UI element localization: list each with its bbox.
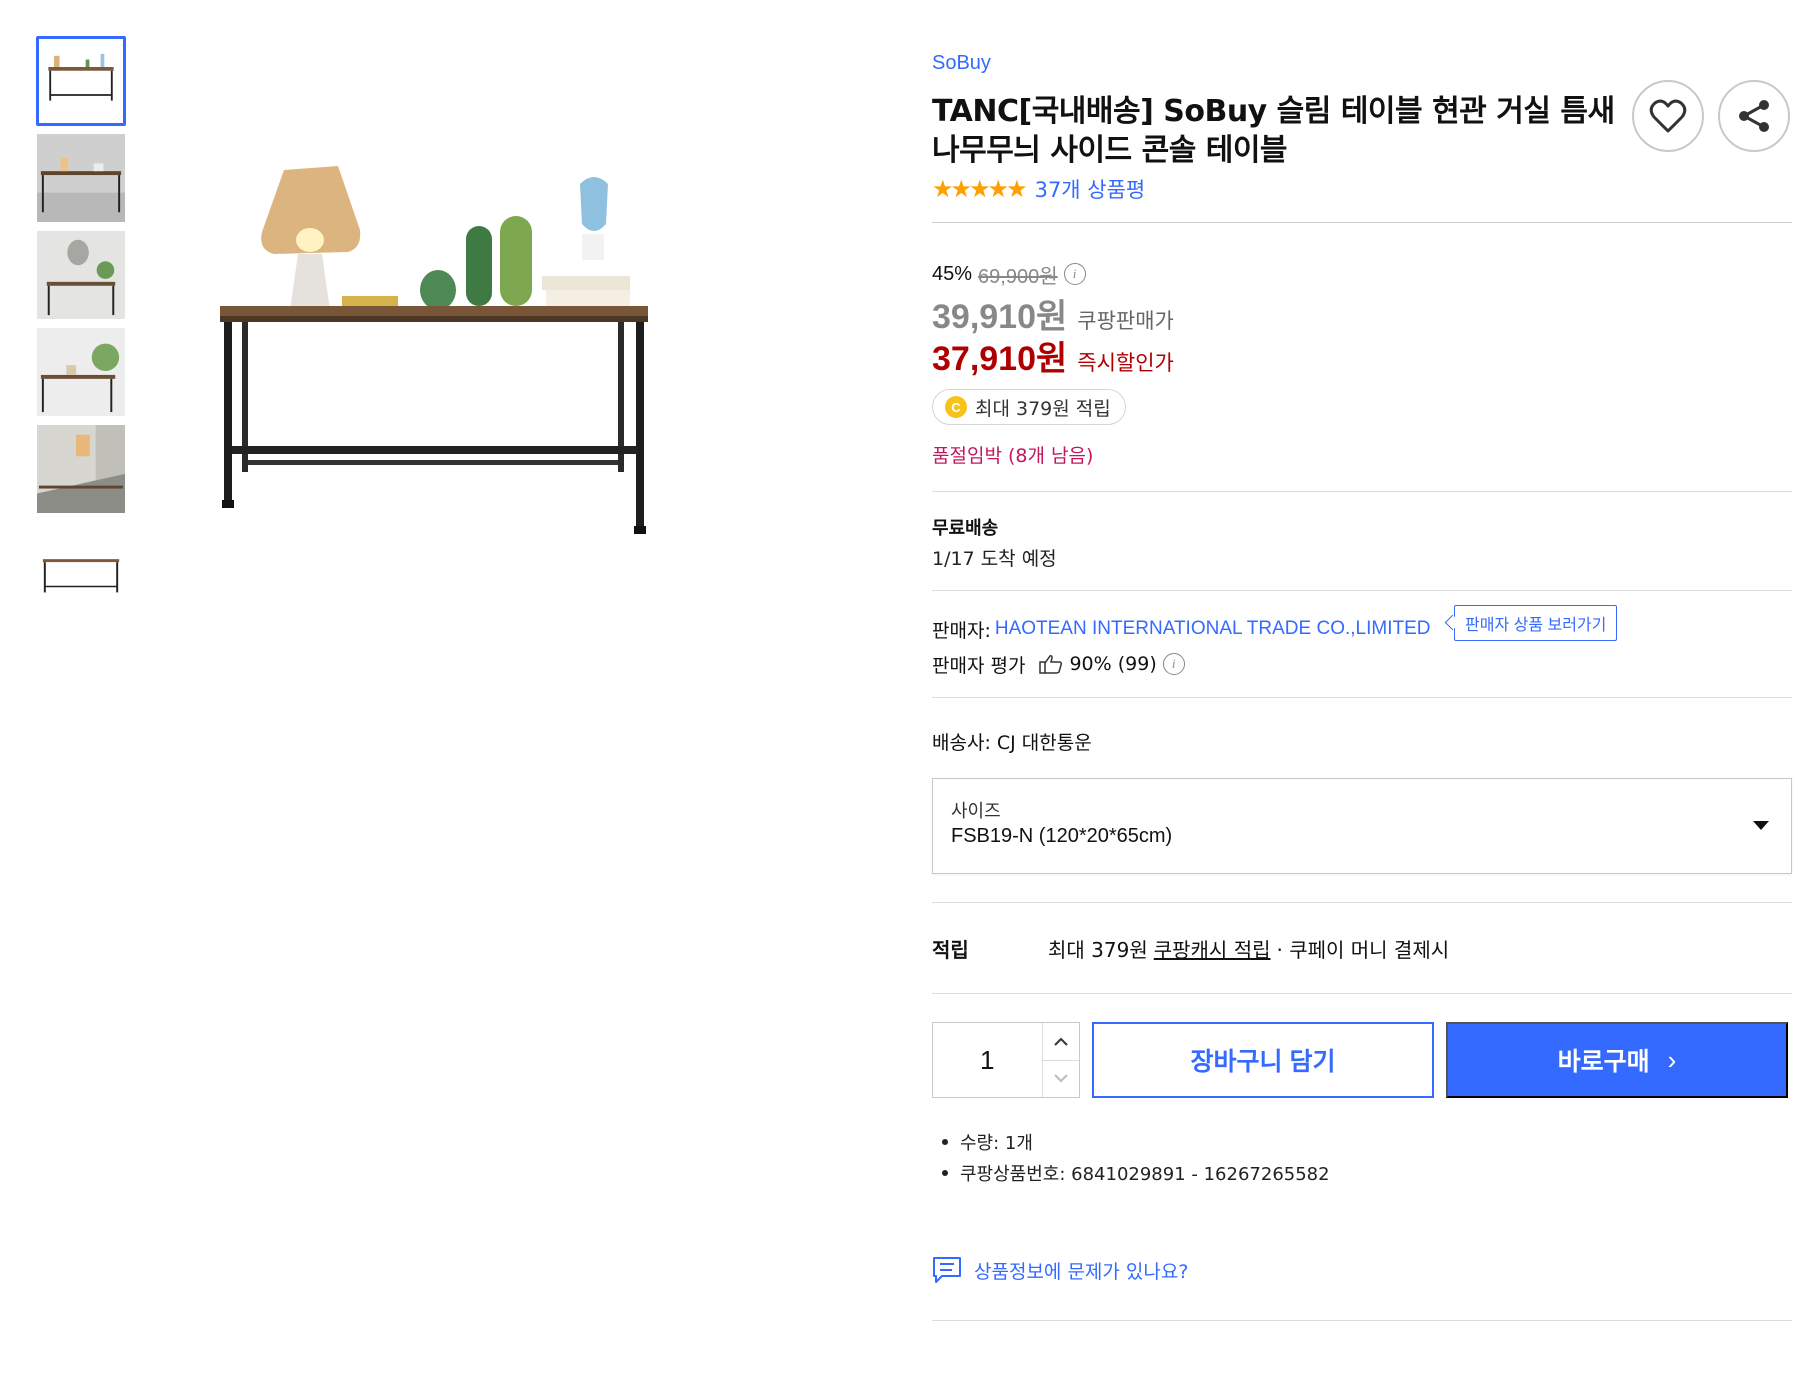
thumbnail-6[interactable] [36,521,126,611]
instant-price-row: 37,910원 즉시할인가 [932,331,1792,378]
quantity-meta: 수량: 1개 [942,1126,1792,1157]
quantity-stepper: 1 [932,1022,1080,1098]
report-issue-link[interactable]: 상품정보에 문제가 있나요? [932,1250,1792,1290]
divider [932,222,1792,223]
seller-label: 판매자: [932,619,991,642]
share-icon [1739,100,1769,132]
coupang-cash-icon: C [945,396,967,418]
report-issue-text: 상품정보에 문제가 있나요? [974,1260,1189,1283]
rating-row: ★★★★★ 37개 상품평 [932,174,1792,204]
product-title: TANC[국내배송] SoBuy 슬림 테이블 현관 거실 틈새 나무무늬 사이… [932,94,1615,168]
seller-rating-value: 90% (99) [1069,653,1157,675]
seller-name-link[interactable]: HAOTEAN INTERNATIONAL TRADE CO.,LIMITED [995,618,1431,640]
info-icon[interactable]: i [1162,653,1185,675]
review-count-link[interactable]: 37개 상품평 [1035,174,1146,204]
star-rating: ★★★★★ [932,175,1028,203]
discount-rate: 45% [932,262,973,285]
product-meta-list: 수량: 1개 쿠팡상품번호: 6841029891 - 16267265582 [932,1126,1792,1188]
original-price-row: 45% 69,900원 i [932,259,1792,289]
option-selected-value: FSB19-N (120*20*65cm) [951,825,1173,847]
delivery-eta: 1/17 도착 예정 [932,548,1057,570]
thumbnail-3[interactable] [36,230,126,320]
original-price: 69,900원 [978,265,1058,288]
reward-badge-text: 최대 379원 적립 [975,397,1111,420]
heart-icon [1649,99,1687,133]
seller-block: 판매자: HAOTEAN INTERNATIONAL TRADE CO.,LIM… [932,591,1792,697]
product-number-meta: 쿠팡상품번호: 6841029891 - 16267265582 [942,1157,1792,1188]
seller-rating-label: 판매자 평가 [932,654,1026,677]
size-option-select[interactable]: 사이즈 FSB19-N (120*20*65cm) [932,778,1792,874]
title-row: TANC[국내배송] SoBuy 슬림 테이블 현관 거실 틈새 나무무늬 사이… [932,80,1792,170]
chevron-up-icon [1054,1037,1068,1046]
seller-price-label: 쿠팡판매가 [1077,309,1174,333]
seller-products-button[interactable]: 판매자 상품 보러가기 [1454,605,1618,641]
seller-line: 판매자: HAOTEAN INTERNATIONAL TRADE CO.,LIM… [932,611,1792,647]
share-button[interactable] [1718,80,1790,152]
purchase-row: 1 장바구니 담기 바로구매 › [932,1022,1792,1098]
quantity-increase-button[interactable] [1042,1023,1079,1061]
product-detail-panel: SoBuy TANC[국내배송] SoBuy 슬림 테이블 현관 거실 틈새 나… [932,52,1792,1321]
seller-price-row: 39,910원 쿠팡판매가 [932,289,1792,336]
instant-price: 37,910원 [932,340,1068,378]
carrier-info: 배송사: CJ 대한통운 [932,732,1092,754]
quantity-arrows [1041,1023,1080,1098]
chevron-right-icon: › [1667,1044,1677,1075]
thumbs-up-icon [1039,655,1063,674]
message-icon [933,1257,961,1283]
reward-suffix: · 쿠페이 머니 결제시 [1276,937,1450,962]
chevron-down-icon [1753,821,1769,830]
divider [932,1320,1792,1321]
brand-link[interactable]: SoBuy [932,52,1792,82]
divider [932,993,1792,994]
shipping-block: 무료배송 1/17 도착 예정 [932,492,1792,590]
buy-now-label: 바로구매 [1557,1048,1650,1076]
thumbnail-5[interactable] [36,424,126,514]
stock-notice: 품절임박 (8개 남음) [932,445,1094,467]
option-label: 사이즈 [951,801,1001,822]
buy-now-button[interactable]: 바로구매 › [1446,1022,1788,1098]
thumbnail-4[interactable] [36,327,126,417]
thumbnail-1[interactable] [36,36,126,126]
add-to-cart-button[interactable]: 장바구니 담기 [1092,1022,1434,1098]
instant-price-label: 즉시할인가 [1077,351,1174,375]
reward-key: 적립 [932,937,969,962]
price-block: 45% 69,900원 i 39,910원 쿠팡판매가 37,910원 즉시할인… [932,259,1792,471]
reward-prefix: 최대 379원 [1048,937,1148,962]
chevron-down-icon [1054,1074,1068,1083]
free-shipping-label: 무료배송 [932,518,999,539]
quantity-input[interactable]: 1 [933,1023,1042,1097]
product-main-image [210,130,830,650]
reward-row: 적립 최대 379원 쿠팡캐시 적립 · 쿠페이 머니 결제시 [932,903,1792,993]
seller-rating-row: 판매자 평가 90% (99) i [932,647,1792,681]
wishlist-button[interactable] [1632,80,1704,152]
coupang-cash-link[interactable]: 쿠팡캐시 적립 [1154,934,1271,963]
thumbnail-2[interactable] [36,133,126,223]
info-icon[interactable]: i [1063,263,1086,285]
reward-badge: C 최대 379원 적립 [932,389,1126,425]
quantity-decrease-button[interactable] [1043,1061,1080,1098]
thumbnail-list [36,36,126,618]
